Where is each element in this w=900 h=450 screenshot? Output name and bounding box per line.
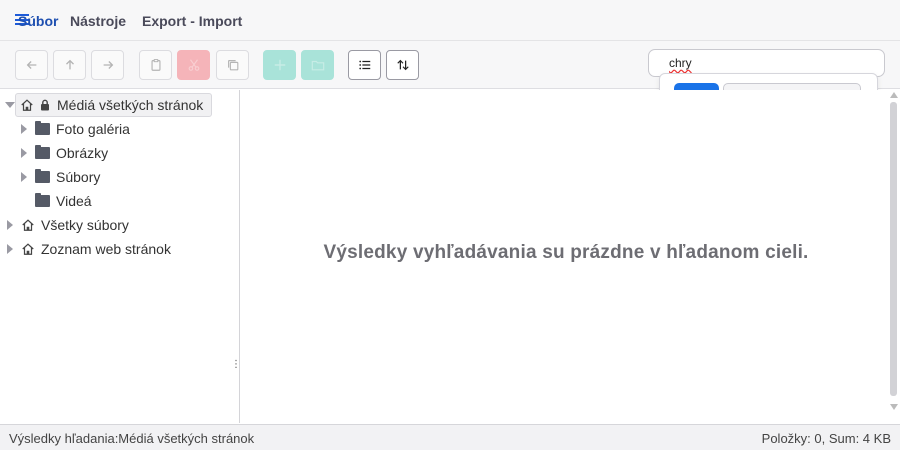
copy-icon: [227, 60, 238, 71]
tree-node-all-media[interactable]: Médiá všetkých stránok: [5, 94, 203, 116]
arrow-left-icon: [26, 61, 36, 69]
home-icon: [22, 243, 34, 255]
expand-arrow-icon[interactable]: [21, 172, 27, 182]
status-bar: Výsledky hľadania:Médiá všetkých stránok…: [0, 424, 900, 450]
back-button[interactable]: [15, 50, 48, 80]
expand-arrow-icon[interactable]: [21, 148, 27, 158]
collapse-arrow-icon[interactable]: [5, 102, 15, 108]
scissors-icon: [188, 59, 199, 71]
folder-icon: [35, 169, 50, 183]
folder-icon: [35, 145, 50, 159]
tree-node-all-files[interactable]: Všetky súbory: [7, 214, 129, 236]
menu-tools[interactable]: Nástroje: [70, 13, 126, 29]
tree-node-label: Médiá všetkých stránok: [57, 97, 204, 113]
folder-icon: [311, 60, 324, 71]
sort-icon: [396, 59, 409, 71]
menu-bar: Súbor Nástroje Export - Import: [0, 0, 900, 41]
folder-icon: [35, 193, 50, 207]
file-list-panel: Výsledky vyhľadávania su prázdne v hľada…: [241, 90, 900, 423]
tree-node-foto-galeria[interactable]: Foto galéria: [21, 118, 130, 140]
tree-node-subory[interactable]: Súbory: [21, 166, 100, 188]
add-folder-button[interactable]: [301, 50, 334, 80]
clipboard-icon: [150, 59, 161, 71]
expand-arrow-icon[interactable]: [7, 244, 13, 254]
arrow-right-icon: [103, 61, 113, 69]
lock-icon: [41, 99, 49, 111]
arrow-up-icon: [65, 59, 74, 70]
folder-tree: Médiá všetkých stránok Foto galéria Obrá…: [0, 90, 251, 423]
add-file-button[interactable]: [263, 50, 296, 80]
plus-icon: [274, 59, 285, 71]
cut-button[interactable]: [177, 50, 210, 80]
scroll-up-icon[interactable]: [890, 92, 898, 98]
scroll-thumb[interactable]: [890, 102, 897, 396]
home-icon: [22, 219, 34, 231]
home-icon: [21, 99, 33, 111]
menu-export-import[interactable]: Export - Import: [142, 13, 242, 29]
tree-node-obrazky[interactable]: Obrázky: [21, 142, 108, 164]
up-button[interactable]: [53, 50, 86, 80]
folder-icon: [35, 121, 50, 135]
paste-button[interactable]: [139, 50, 172, 80]
list-icon: [358, 60, 370, 70]
search-value: chry: [669, 56, 692, 70]
copy-button[interactable]: [216, 50, 249, 80]
tree-node-label: Súbory: [56, 169, 101, 185]
tree-node-label: Videá: [56, 193, 92, 209]
empty-results-message: Výsledky vyhľadávania su prázdne v hľada…: [323, 242, 809, 263]
vertical-scrollbar[interactable]: [888, 90, 900, 413]
tree-node-label: Obrázky: [56, 145, 109, 161]
menu-file[interactable]: Súbor: [18, 13, 58, 29]
tree-node-label: Zoznam web stránok: [41, 241, 171, 257]
list-view-button[interactable]: [348, 50, 381, 80]
tree-node-web-pages[interactable]: Zoznam web stránok: [7, 238, 171, 260]
sort-button[interactable]: [386, 50, 419, 80]
resize-handle-icon[interactable]: ⋮⋮: [231, 360, 251, 374]
status-summary: Položky: 0, Sum: 4 KB: [761, 431, 891, 446]
tree-node-label: Všetky súbory: [41, 217, 129, 233]
scroll-down-icon[interactable]: [890, 404, 898, 410]
expand-arrow-icon[interactable]: [7, 220, 13, 230]
status-search-path: Výsledky hľadania:Médiá všetkých stránok: [9, 431, 255, 446]
forward-button[interactable]: [91, 50, 124, 80]
expand-arrow-icon[interactable]: [21, 124, 27, 134]
tree-node-label: Foto galéria: [56, 121, 130, 137]
tree-node-videa[interactable]: Videá: [35, 190, 92, 212]
